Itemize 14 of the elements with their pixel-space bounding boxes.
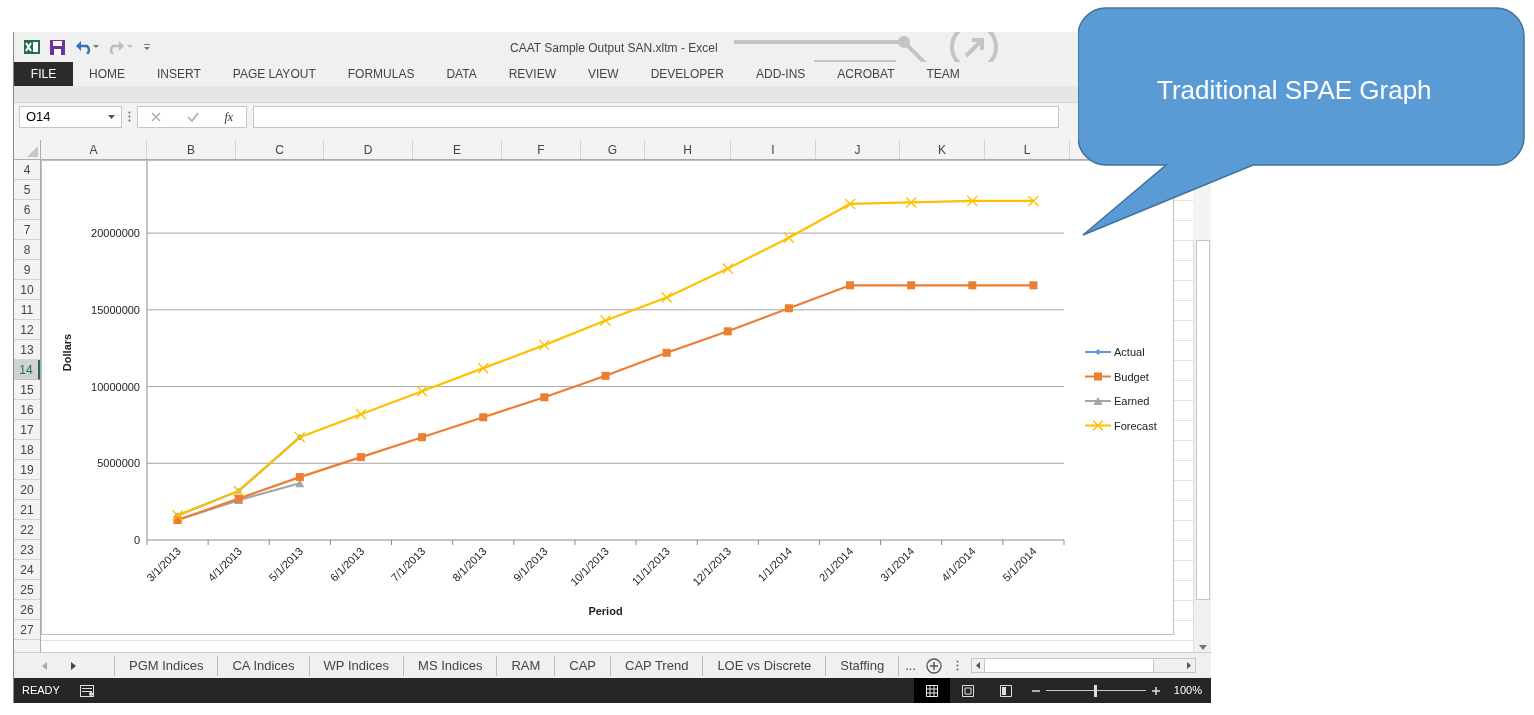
axis-title: Dollars [61,333,73,372]
axis-tick-label: 10000000 [91,380,140,393]
callout-text: Traditional SPAE Graph [1157,74,1432,107]
axis-tick-label: 0 [133,534,140,546]
axis-title: Period [588,605,623,617]
legend-label: Forecast [1114,419,1157,432]
legend-label: Earned [1114,395,1150,407]
axis-tick-label: 15000000 [91,303,140,316]
axis-tick-label: 5000000 [97,457,140,470]
legend-label: Actual [1114,346,1145,358]
legend-label: Budget [1114,370,1149,383]
status-text: READY [21,683,60,699]
axis-tick-label: 20000000 [91,227,140,240]
window-title: CAAT Sample Output SAN.xltm - Excel [510,40,718,57]
